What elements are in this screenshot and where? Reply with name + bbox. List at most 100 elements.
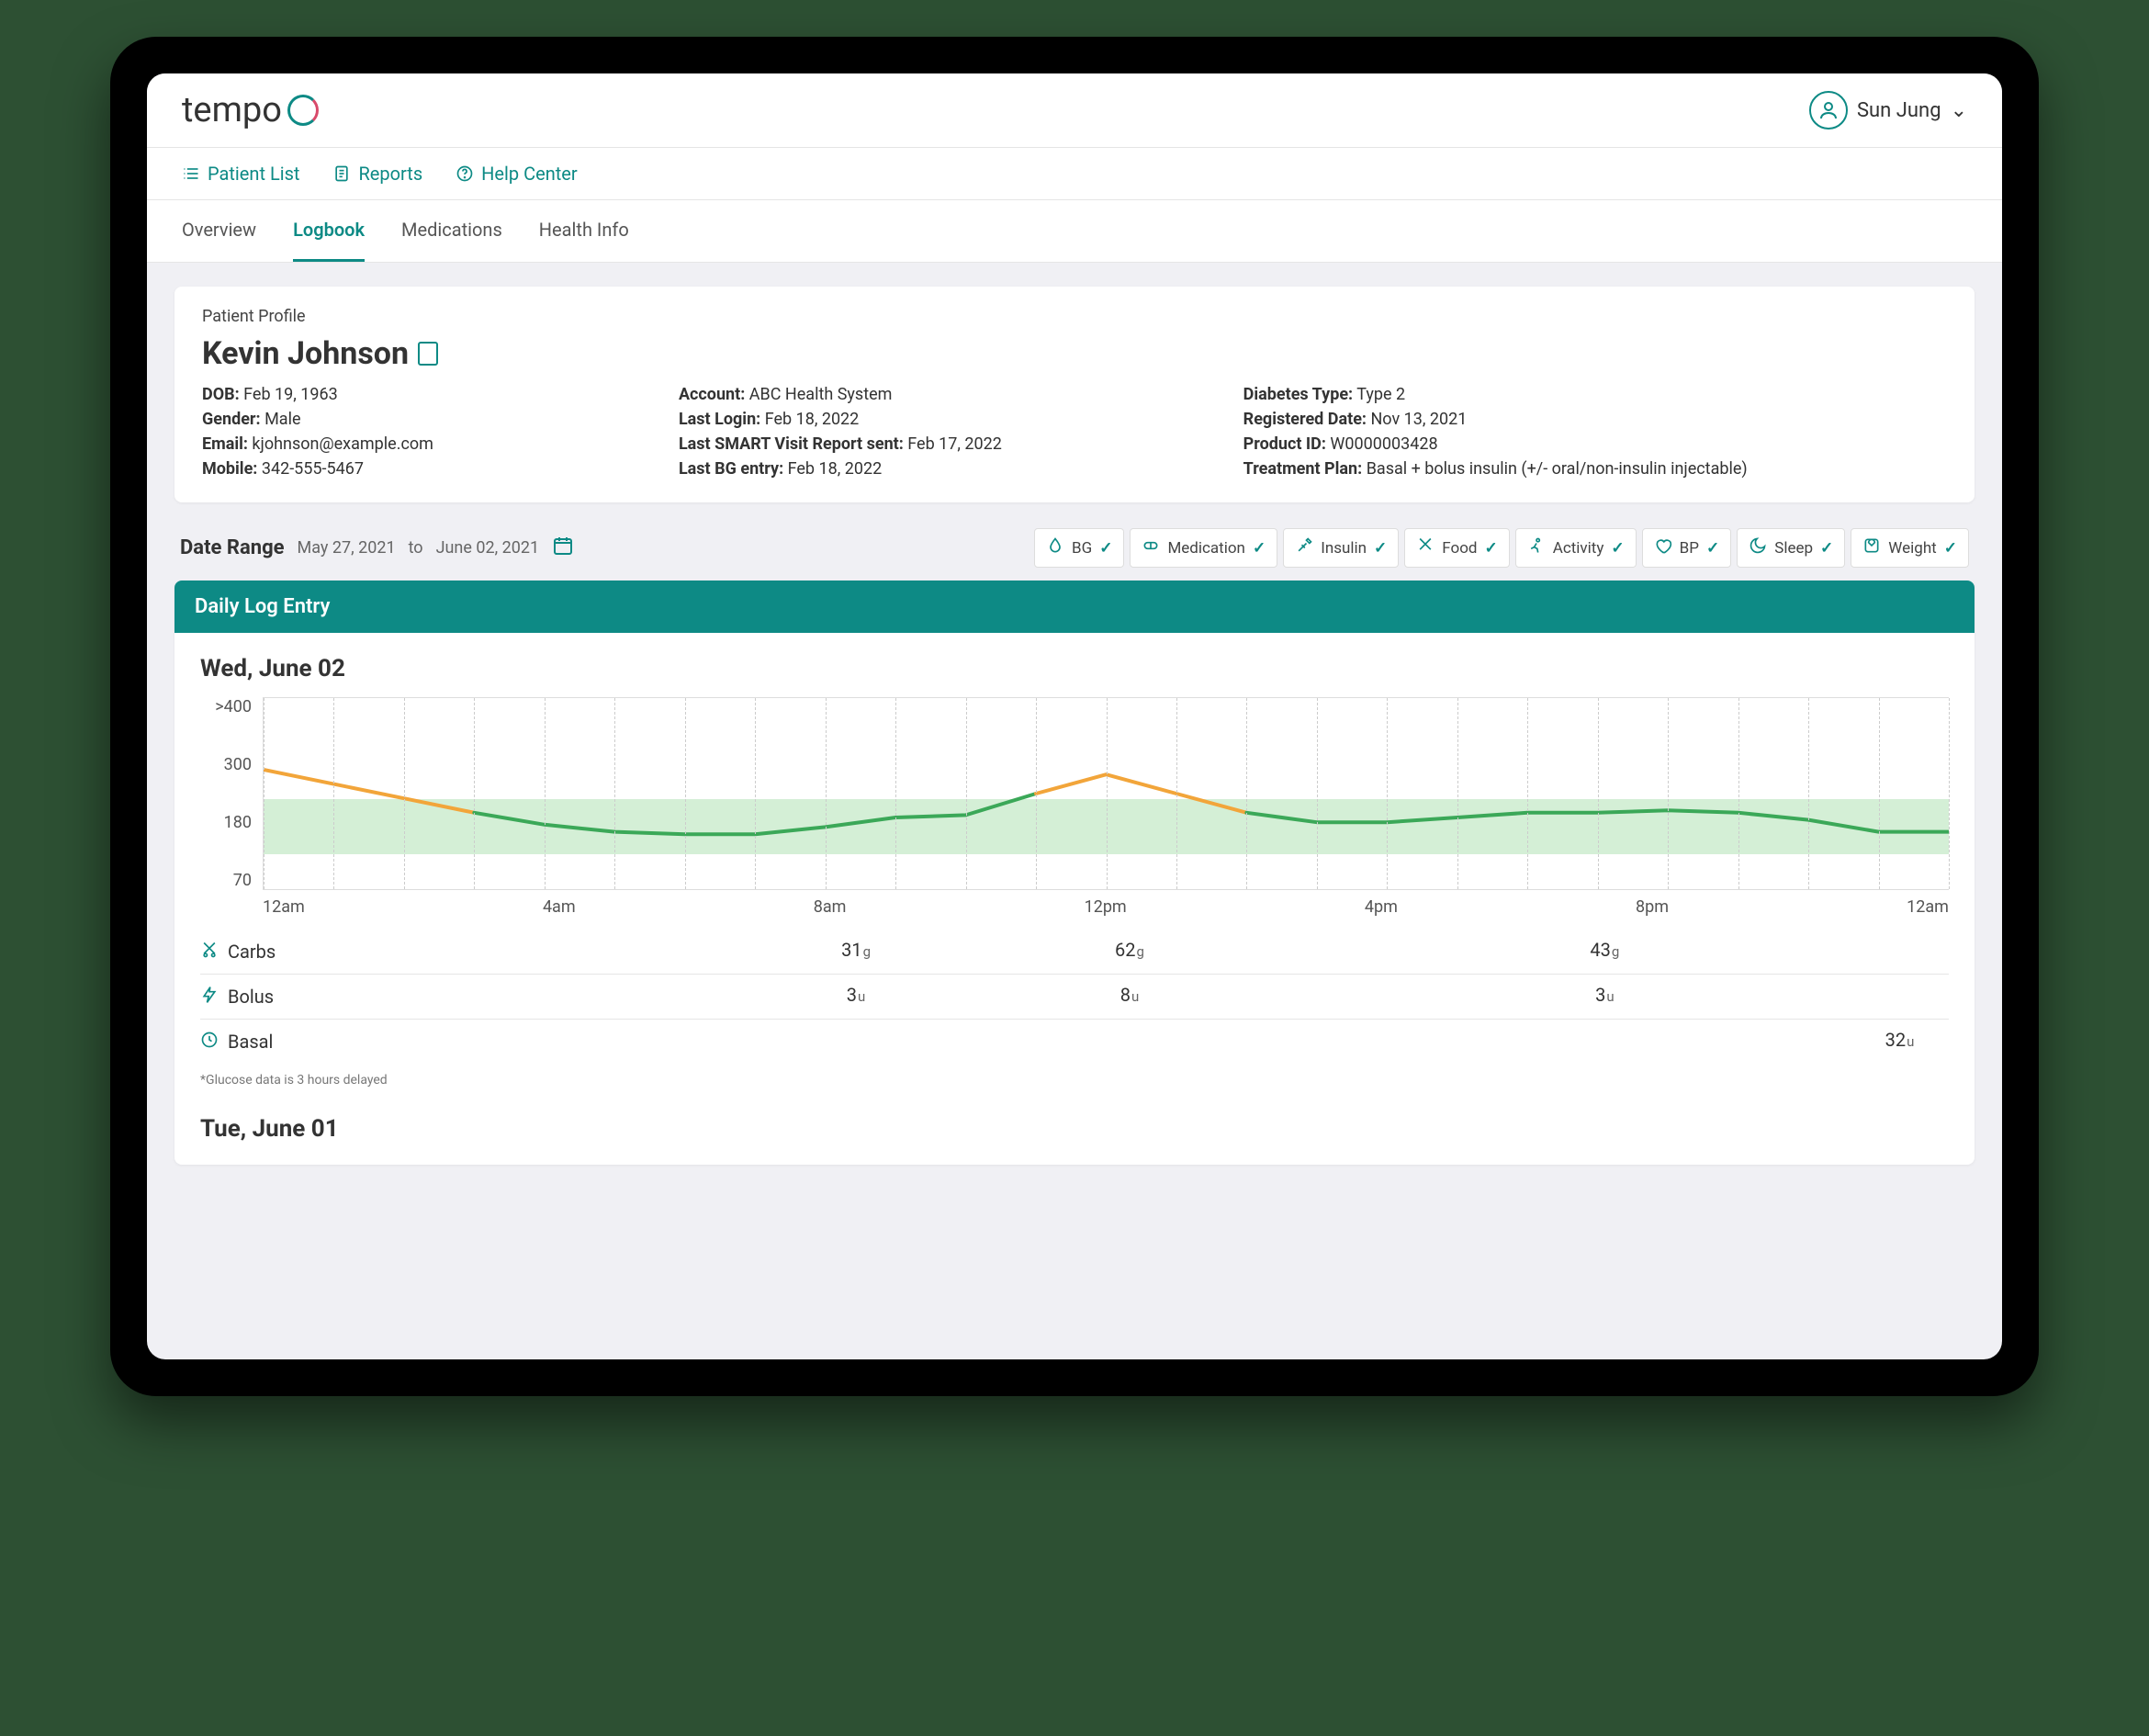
gridline: [1107, 698, 1108, 889]
field-registered: Registered Date: Nov 13, 2021: [1243, 410, 1947, 429]
filter-food[interactable]: Food✓: [1404, 528, 1509, 568]
bg-icon: [1046, 536, 1064, 559]
filter-label: BG: [1072, 539, 1092, 558]
profile-grid: DOB: Feb 19, 1963 Gender: Male Email: kj…: [202, 385, 1947, 479]
calendar-icon[interactable]: [552, 535, 574, 561]
date-range-label: Date Range: [180, 536, 285, 559]
content-area: Patient Profile Kevin Johnson DOB: Feb 1…: [147, 263, 2002, 1189]
filter-label: Activity: [1553, 539, 1604, 558]
value-cell: 3u: [1595, 984, 1615, 1006]
x-tick: 12am: [1907, 897, 1949, 917]
patient-name: Kevin Johnson: [202, 335, 1947, 372]
gridline: [1949, 698, 1950, 889]
y-tick: 70: [200, 871, 252, 890]
gridline: [755, 698, 756, 889]
gridline: [404, 698, 405, 889]
range-filter-bar: Date Range May 27, 2021 to June 02, 2021…: [174, 528, 1975, 581]
profile-col-1: DOB: Feb 19, 1963 Gender: Male Email: kj…: [202, 385, 642, 479]
filter-label: Sleep: [1774, 539, 1813, 558]
gridline: [966, 698, 967, 889]
weight-icon: [1862, 536, 1881, 559]
gridline: [826, 698, 827, 889]
x-tick: 4am: [543, 897, 576, 917]
filter-bg[interactable]: BG ✓: [1034, 528, 1124, 568]
nav-patient-list[interactable]: Patient List: [182, 163, 299, 185]
gridline: [1598, 698, 1599, 889]
sleep-icon: [1749, 536, 1767, 559]
y-tick: 180: [200, 813, 252, 832]
profile-col-3: Diabetes Type: Type 2 Registered Date: N…: [1243, 385, 1947, 479]
gridline: [1036, 698, 1037, 889]
plot-area: [263, 697, 1949, 890]
date-to-word: to: [409, 538, 423, 558]
tab-logbook[interactable]: Logbook: [293, 200, 365, 262]
field-last-bg: Last BG entry: Feb 18, 2022: [679, 459, 1207, 479]
check-icon: ✓: [1253, 539, 1266, 558]
date-to: June 02, 2021: [436, 538, 540, 558]
nav-reports[interactable]: Reports: [332, 163, 422, 185]
sub-tabs: Overview Logbook Medications Health Info: [147, 200, 2002, 263]
tab-medications[interactable]: Medications: [401, 200, 502, 262]
filter-label: Food: [1442, 539, 1477, 558]
date-from: May 27, 2021: [298, 538, 396, 558]
filter-label: Insulin: [1321, 539, 1367, 558]
filter-medication[interactable]: Medication✓: [1130, 528, 1277, 568]
medication-icon: [1142, 536, 1160, 559]
check-icon: ✓: [1706, 539, 1719, 558]
gridline: [1668, 698, 1669, 889]
check-icon: ✓: [1944, 539, 1957, 558]
x-tick: 4pm: [1365, 897, 1398, 917]
field-treatment-plan: Treatment Plan: Basal + bolus insulin (+…: [1243, 459, 1947, 479]
bp-icon: [1654, 536, 1672, 559]
daily-log-header: Daily Log Entry: [174, 581, 1975, 633]
gridline: [1387, 698, 1388, 889]
value-cell: 3u: [847, 984, 866, 1006]
gridline: [1246, 698, 1247, 889]
value-cell: 32u: [1885, 1029, 1915, 1051]
tab-health-info[interactable]: Health Info: [539, 200, 629, 262]
x-axis-labels: 12am4am8am12pm4pm8pm12am: [263, 897, 1949, 917]
value-cell: 8u: [1120, 984, 1140, 1006]
main-nav: Patient List Reports Help Center: [147, 148, 2002, 200]
gridline: [545, 698, 546, 889]
gridline: [333, 698, 334, 889]
day-title: Wed, June 02: [200, 655, 1949, 682]
patient-name-text: Kevin Johnson: [202, 335, 409, 372]
nav-label: Help Center: [481, 163, 578, 185]
gridline: [1808, 698, 1809, 889]
field-smart: Last SMART Visit Report sent: Feb 17, 20…: [679, 434, 1207, 454]
filter-insulin[interactable]: Insulin ✓: [1283, 528, 1399, 568]
tab-overview[interactable]: Overview: [182, 200, 256, 262]
insulin-icon: [1295, 536, 1313, 559]
field-last-login: Last Login: Feb 18, 2022: [679, 410, 1207, 429]
chevron-down-icon: ⌄: [1951, 99, 1967, 122]
filter-sleep[interactable]: Sleep✓: [1737, 528, 1845, 568]
filter-bp[interactable]: BP✓: [1642, 528, 1732, 568]
filter-activity[interactable]: Activity ✓: [1515, 528, 1637, 568]
field-email: Email: kjohnson@example.com: [202, 434, 642, 454]
check-icon: ✓: [1099, 539, 1112, 558]
note-icon[interactable]: [418, 342, 438, 366]
value-cell: 31g: [841, 939, 871, 961]
gridline: [895, 698, 896, 889]
field-dob: DOB: Feb 19, 1963: [202, 385, 642, 404]
filter-chips: BG✓Medication✓Insulin✓Food✓Activity✓BP✓S…: [1034, 528, 1969, 568]
date-range: Date Range May 27, 2021 to June 02, 2021: [180, 535, 574, 561]
field-account: Account: ABC Health System: [679, 385, 1207, 404]
glucose-footnote: *Glucose data is 3 hours delayed: [200, 1073, 1949, 1088]
check-icon: ✓: [1374, 539, 1387, 558]
nav-label: Reports: [358, 163, 422, 185]
check-icon: ✓: [1611, 539, 1624, 558]
gridline: [1457, 698, 1458, 889]
user-name: Sun Jung: [1857, 99, 1941, 122]
nav-help-center[interactable]: Help Center: [456, 163, 578, 185]
basal-values: 32u: [310, 1029, 1949, 1054]
brand-logo: tempo: [182, 90, 319, 130]
user-menu[interactable]: Sun Jung ⌄: [1809, 91, 1967, 130]
bolt-icon: [200, 986, 219, 1009]
filter-label: Weight: [1888, 539, 1936, 558]
brand-circle-icon: [287, 95, 319, 126]
x-tick: 12pm: [1085, 897, 1127, 917]
x-tick: 8am: [814, 897, 847, 917]
filter-weight[interactable]: Weight ✓: [1851, 528, 1969, 568]
